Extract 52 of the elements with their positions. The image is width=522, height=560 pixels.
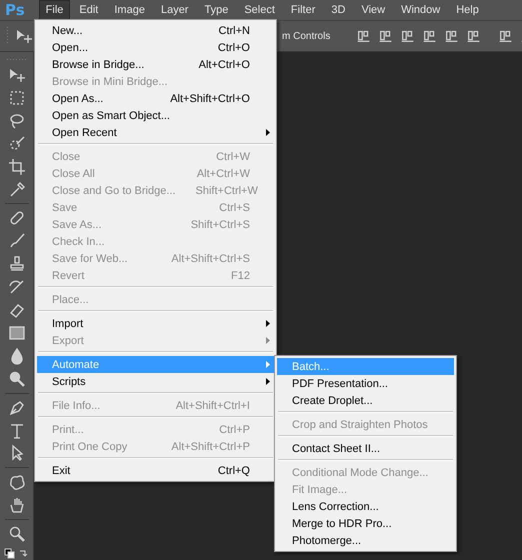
gradient-icon[interactable] <box>8 324 26 342</box>
options-text: m Controls <box>282 30 330 42</box>
app-logo: Ps <box>4 1 26 19</box>
menu-bar-item[interactable]: Help <box>449 0 486 20</box>
custom-shape-icon[interactable] <box>8 473 26 492</box>
menu-bar-item[interactable]: Filter <box>284 0 322 20</box>
eyedropper-icon[interactable] <box>8 180 26 198</box>
menu-item[interactable]: Browse in Bridge... Alt+Ctrl+O <box>37 56 274 73</box>
menu-item[interactable]: Contact Sheet II... <box>277 440 454 457</box>
menu-item[interactable]: Photomerge... <box>277 532 454 549</box>
lasso-icon[interactable] <box>8 112 26 130</box>
menu-bar-item[interactable]: 3D <box>324 0 352 20</box>
menu-bar-item[interactable]: Type <box>197 0 236 20</box>
menu-bar-item[interactable]: Select <box>237 0 282 20</box>
pen-icon[interactable] <box>8 398 26 417</box>
menu-bar-item[interactable]: Layer <box>154 0 196 20</box>
grip-icon <box>6 58 26 61</box>
menu-item[interactable]: New... Ctrl+N <box>37 22 274 39</box>
menu-bar-item[interactable]: View <box>354 0 392 20</box>
menu-item[interactable]: Create Droplet... <box>277 392 454 409</box>
menu-bar-item[interactable]: Image <box>107 0 152 20</box>
zoom-icon[interactable] <box>8 525 26 544</box>
menu-item[interactable]: Merge to HDR Pro... <box>277 515 454 532</box>
move-tool-icon[interactable] <box>15 27 33 45</box>
menu-item[interactable]: Open Recent <box>37 124 274 141</box>
align-icon[interactable] <box>498 28 514 44</box>
menu-item[interactable]: Exit Ctrl+Q <box>37 462 274 479</box>
align-icon[interactable] <box>466 28 482 44</box>
bandage-icon[interactable] <box>8 209 26 228</box>
menu-item[interactable]: Lens Correction... <box>277 498 454 515</box>
menu-item[interactable]: Open... Ctrl+O <box>37 39 274 56</box>
marquee-icon[interactable] <box>8 88 26 107</box>
align-icon[interactable] <box>400 28 416 44</box>
menu-bar-item[interactable]: Edit <box>72 0 106 20</box>
align-icon[interactable] <box>422 28 438 44</box>
grip-icon <box>6 27 9 45</box>
menu-item[interactable]: PDF Presentation... <box>277 375 454 392</box>
menu-item[interactable]: Scripts <box>37 373 274 390</box>
color-swatches-icon[interactable] <box>4 548 30 560</box>
menu-item[interactable]: Import <box>37 315 274 332</box>
menu-bar-item[interactable]: Window <box>394 0 448 20</box>
dodge-icon[interactable] <box>8 370 26 388</box>
align-icon[interactable] <box>378 28 394 44</box>
hand-icon[interactable] <box>8 496 26 514</box>
menu-item[interactable]: Open as Smart Object... <box>37 107 274 124</box>
align-icon[interactable] <box>444 28 460 44</box>
crop-icon[interactable] <box>8 158 26 176</box>
eraser-icon[interactable] <box>8 301 26 319</box>
menu-item[interactable]: Open As... Alt+Shift+Ctrl+O <box>37 90 274 107</box>
stamp-icon[interactable] <box>8 255 26 274</box>
align-icon[interactable] <box>356 28 372 44</box>
menu-bar-item[interactable]: File <box>38 0 70 20</box>
